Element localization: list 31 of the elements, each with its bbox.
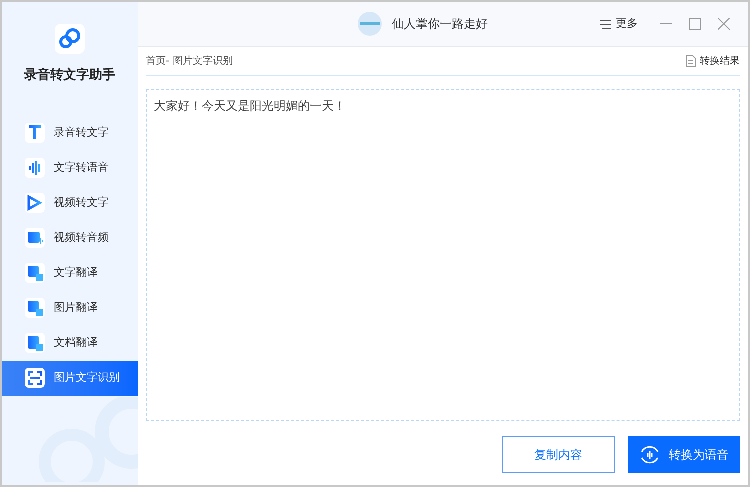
sidebar-item[interactable]: 录音转文字 xyxy=(2,116,138,150)
app-logo-icon xyxy=(55,24,85,54)
breadcrumb: 首页- 图片文字识别 xyxy=(146,54,233,68)
feature-icon xyxy=(25,263,45,283)
convert-button[interactable]: 转换为语音 xyxy=(628,436,740,473)
app-name: 录音转文字助手 xyxy=(24,66,116,85)
sound-wave-icon xyxy=(639,444,661,466)
copy-button[interactable]: 复制内容 xyxy=(502,436,615,473)
feature-icon xyxy=(25,123,45,143)
sidebar-item[interactable]: 视频转音频 xyxy=(2,220,138,256)
maximize-icon[interactable] xyxy=(689,18,701,30)
feature-icon xyxy=(25,193,45,213)
user-name: 仙人掌你一路走好 xyxy=(392,16,488,33)
menu-icon xyxy=(600,20,611,28)
sidebar-item[interactable]: 文字翻译 xyxy=(2,256,138,290)
sidebar-item[interactable]: 文字转语音 xyxy=(2,150,138,186)
close-icon[interactable] xyxy=(718,18,730,30)
feature-icon xyxy=(25,298,45,318)
sidebar-item[interactable]: 图片翻译 xyxy=(2,290,138,326)
avatar-icon[interactable] xyxy=(358,12,382,36)
text-area[interactable]: 大家好！今天又是阳光明媚的一天！ xyxy=(146,89,740,421)
result-link[interactable]: 转换结果 xyxy=(686,54,740,68)
feature-icon xyxy=(25,228,45,248)
sidebar-item[interactable]: 视频转文字 xyxy=(2,186,138,220)
feature-icon xyxy=(25,333,45,353)
feature-icon xyxy=(25,368,45,388)
more-button[interactable]: 更多 xyxy=(600,16,638,32)
feature-icon xyxy=(25,158,45,178)
sidebar-item[interactable]: 文档翻译 xyxy=(2,326,138,360)
document-icon xyxy=(686,55,696,67)
sidebar-item[interactable]: 图片文字识别 xyxy=(2,360,138,396)
